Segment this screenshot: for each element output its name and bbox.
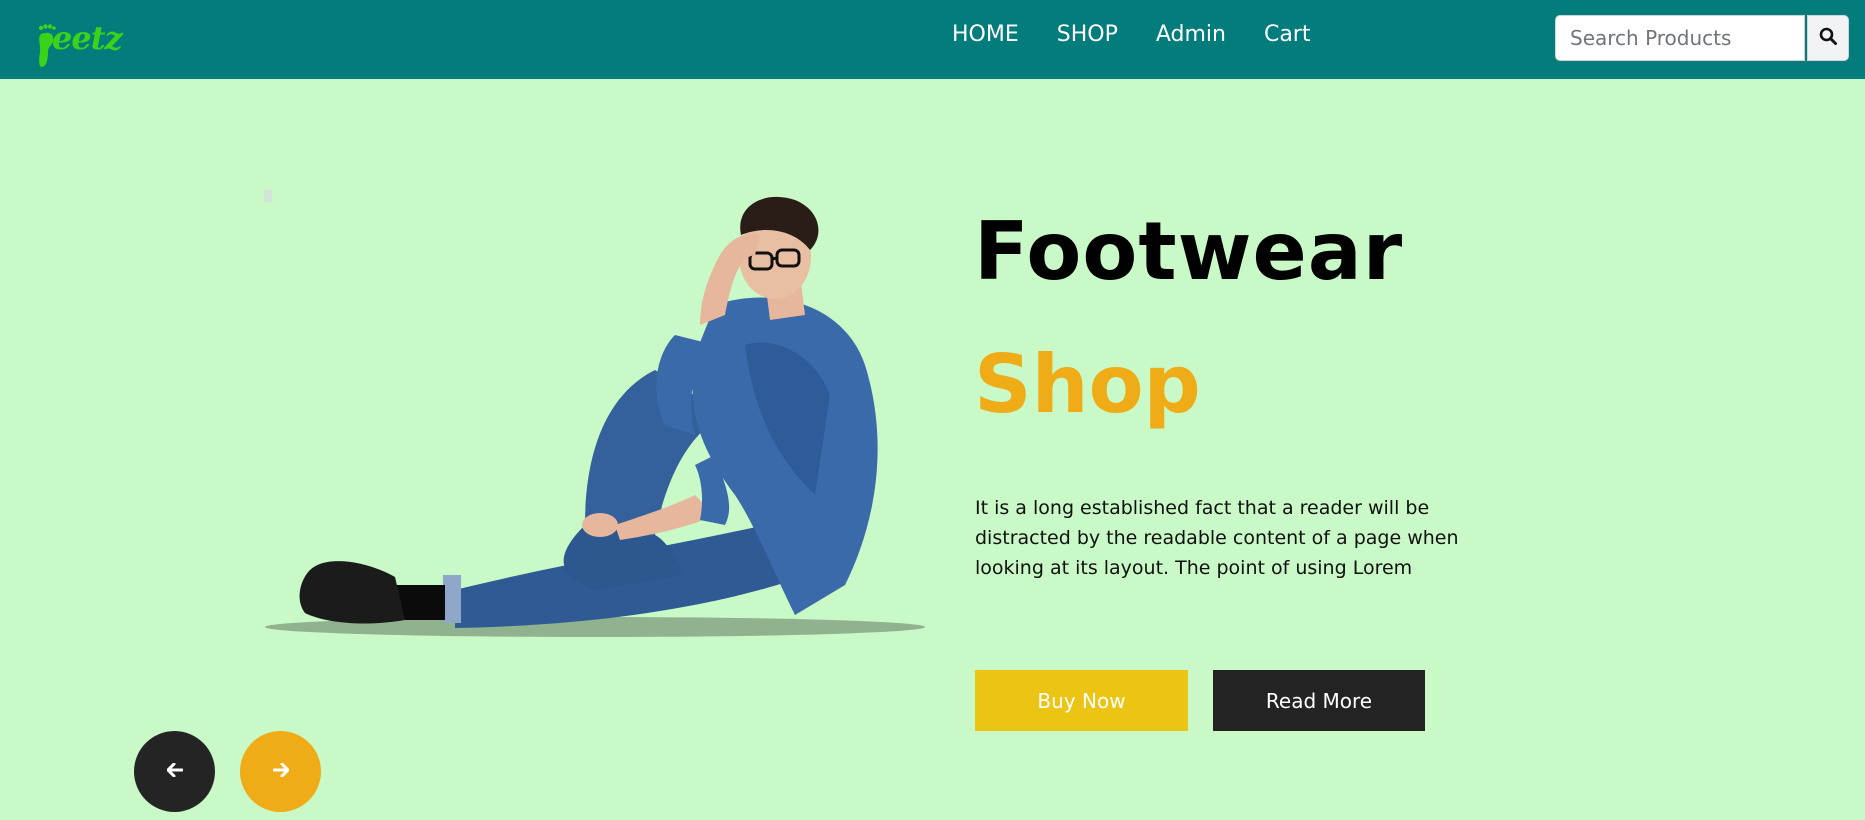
search-input[interactable] bbox=[1555, 15, 1805, 61]
brand-name: eetz bbox=[52, 19, 123, 57]
search-icon bbox=[1819, 27, 1837, 49]
hero-title-line1: Footwear bbox=[974, 205, 1404, 298]
brand-logo[interactable]: eetz bbox=[38, 12, 123, 67]
foot-icon bbox=[38, 24, 56, 67]
hero-image bbox=[255, 195, 945, 645]
hero-title-line2: Shop bbox=[974, 338, 1201, 431]
nav-home[interactable]: HOME bbox=[952, 22, 1019, 47]
arrow-left-icon bbox=[166, 762, 183, 781]
arrow-right-icon bbox=[272, 762, 289, 781]
navbar: eetz HOME SHOP Admin Cart bbox=[0, 0, 1865, 79]
main-nav: HOME SHOP Admin Cart bbox=[952, 22, 1310, 47]
nav-admin[interactable]: Admin bbox=[1156, 22, 1226, 47]
hero-description: It is a long established fact that a rea… bbox=[975, 497, 1459, 579]
nav-shop[interactable]: SHOP bbox=[1057, 22, 1118, 47]
carousel-prev-button[interactable] bbox=[134, 731, 215, 812]
search-button[interactable] bbox=[1807, 15, 1849, 61]
nav-cart[interactable]: Cart bbox=[1264, 22, 1311, 47]
carousel-next-button[interactable] bbox=[240, 731, 321, 812]
buy-now-button[interactable]: Buy Now bbox=[975, 670, 1188, 731]
read-more-button[interactable]: Read More bbox=[1213, 670, 1425, 731]
